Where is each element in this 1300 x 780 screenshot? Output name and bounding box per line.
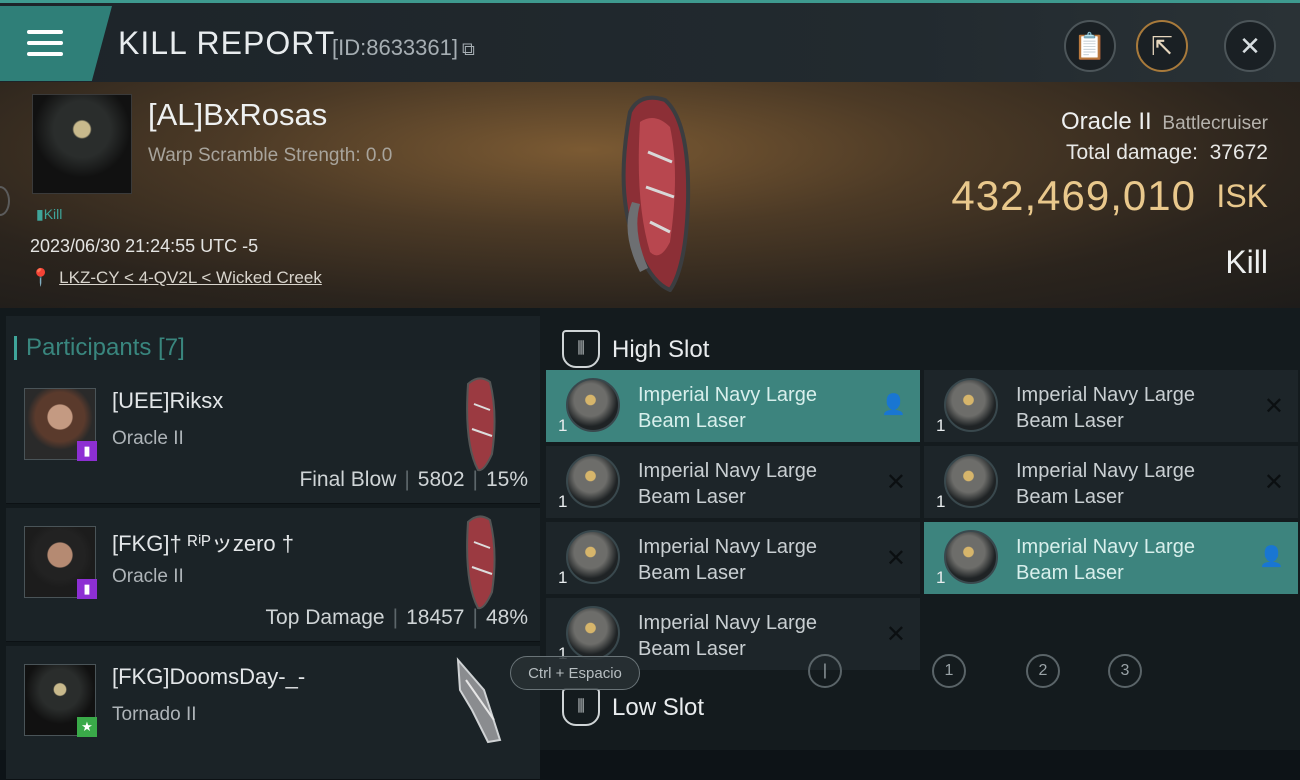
participant-ship-icon	[466, 377, 496, 472]
avatar[interactable]: ★	[24, 664, 97, 737]
warp-scramble-strength: Warp Scramble Strength: 0.0	[148, 145, 393, 166]
participant-ship-icon	[466, 515, 496, 610]
copy-icon[interactable]: ⧉	[462, 39, 475, 59]
top-bar: KILL REPORT [ID:8633361] ⧉ 📋 ⇱ ✕	[0, 0, 1300, 82]
participant-row[interactable]: ★ [FKG]DoomsDay-_- Tornado II	[6, 646, 540, 780]
participants-panel: Participants [7] ▮ [UEE]Riksx Oracle II …	[0, 308, 540, 780]
share-icon: ⇱	[1151, 30, 1173, 61]
page-title: KILL REPORT	[118, 25, 336, 61]
isk-unit: ISK	[1216, 178, 1268, 214]
beam-laser-icon	[566, 530, 620, 584]
fitting-panel: ⫼ High Slot 1 Imperial Navy Large Beam La…	[540, 308, 1300, 750]
page-button-2[interactable]: 2	[1026, 654, 1060, 688]
clipboard-icon: 📋	[1073, 30, 1107, 61]
participants-title: Participants [7]	[14, 334, 185, 361]
role-badge-icon: ▮	[77, 579, 97, 599]
destroyed-icon: ✕	[885, 469, 906, 496]
low-slot-header: ⫼ Low Slot	[548, 674, 1300, 732]
module-slot[interactable]: 1 Imperial Navy Large Beam Laser ✕	[546, 446, 920, 518]
victim-portrait[interactable]	[32, 94, 132, 194]
victim-name[interactable]: [AL]BxRosas	[148, 97, 327, 133]
module-name: Imperial Navy Large Beam Laser	[1016, 536, 1195, 584]
module-slot[interactable]: 1 Imperial Navy Large Beam Laser ✕	[924, 370, 1298, 442]
beam-laser-icon	[944, 454, 998, 508]
module-slot[interactable]: 1 Imperial Navy Large Beam Laser ✕	[546, 522, 920, 594]
role-badge-icon: ▮	[77, 441, 97, 461]
participant-name: [FKG]DoomsDay-_-	[112, 664, 306, 689]
clipboard-button[interactable]: 📋	[1064, 20, 1116, 72]
participant-ship: Oracle II	[112, 566, 184, 587]
participant-ship: Tornado II	[112, 704, 197, 725]
module-name: Imperial Navy Large Beam Laser	[1016, 460, 1195, 508]
module-quantity: 1	[558, 568, 568, 587]
module-name: Imperial Navy Large Beam Laser	[638, 536, 817, 584]
close-icon: ✕	[1239, 30, 1261, 61]
page-indicator-current[interactable]: |	[808, 654, 842, 688]
page-button-1[interactable]: 1	[932, 654, 966, 688]
menu-button[interactable]	[0, 6, 112, 81]
kill-status: Kill	[1225, 244, 1268, 280]
high-slot-icon: ⫼	[562, 330, 600, 368]
kill-datetime: 2023/06/30 21:24:55 UTC -5	[30, 236, 259, 256]
close-button[interactable]: ✕	[1224, 20, 1276, 72]
shortcut-hint: Ctrl + Espacio	[510, 656, 640, 690]
share-button[interactable]: ⇱	[1136, 20, 1188, 72]
kill-tag: ▮Kill	[36, 206, 63, 222]
low-slot-icon: ⫼	[562, 688, 600, 726]
high-slot-header: ⫼ High Slot	[548, 316, 1300, 374]
beam-laser-icon	[944, 530, 998, 584]
person-icon: 👤	[881, 394, 906, 416]
low-slot-title: Low Slot	[612, 694, 705, 721]
destroyed-icon: ✕	[885, 621, 906, 648]
module-quantity: 1	[936, 492, 946, 511]
module-quantity: 1	[936, 568, 946, 587]
beam-laser-icon	[566, 606, 620, 660]
beam-laser-icon	[566, 378, 620, 432]
participant-ship: Oracle II	[112, 428, 184, 449]
report-id: [ID:8633361] ⧉	[332, 35, 475, 60]
beam-laser-icon	[566, 454, 620, 508]
role-badge-icon: ★	[77, 717, 97, 737]
high-slot-title: High Slot	[612, 336, 710, 363]
location-pin-icon: 📍	[30, 268, 52, 287]
module-name: Imperial Navy Large Beam Laser	[1016, 384, 1195, 432]
isk-value: 432,469,010	[951, 172, 1196, 219]
participants-header: Participants [7]	[6, 316, 540, 374]
module-quantity: 1	[558, 492, 568, 511]
participant-stats: Top Damage | 18457 | 48%	[265, 606, 528, 629]
destroyed-icon: ✕	[1263, 393, 1284, 420]
participant-row[interactable]: ▮ [UEE]Riksx Oracle II Final Blow | 5802 | 1…	[6, 370, 540, 504]
person-icon: 👤	[1259, 546, 1284, 568]
total-damage: Total damage: 37672	[1066, 141, 1268, 164]
participant-name: [UEE]Riksx	[112, 388, 224, 413]
module-name: Imperial Navy Large Beam Laser	[638, 384, 817, 432]
page-button-3[interactable]: 3	[1108, 654, 1142, 688]
victim-ship: Oracle II Battlecruiser	[1061, 108, 1268, 135]
module-slot[interactable]: 1 Imperial Navy Large Beam Laser 👤	[924, 522, 1298, 594]
beam-laser-icon	[944, 378, 998, 432]
participant-ship-icon	[456, 657, 502, 744]
location-link[interactable]: LKZ-CY < 4-QV2L < Wicked Creek	[59, 268, 322, 287]
module-quantity: 1	[558, 416, 568, 435]
destroyed-icon: ✕	[885, 545, 906, 572]
participant-name: [FKG]† ᴿⁱᴾッzero †	[112, 531, 295, 556]
destroyed-icon: ✕	[1263, 469, 1284, 496]
victim-ship-image[interactable]	[610, 92, 702, 292]
kill-location[interactable]: 📍 LKZ-CY < 4-QV2L < Wicked Creek	[30, 268, 322, 288]
participant-stats: Final Blow | 5802 | 15%	[299, 468, 528, 491]
module-slot[interactable]: 1 Imperial Navy Large Beam Laser 👤	[546, 370, 920, 442]
module-name: Imperial Navy Large Beam Laser	[638, 460, 817, 508]
participant-row[interactable]: ▮ [FKG]† ᴿⁱᴾッzero † Oracle II Top Damage…	[6, 508, 540, 642]
module-slot[interactable]: 1 Imperial Navy Large Beam Laser ✕	[924, 446, 1298, 518]
hamburger-icon	[27, 30, 63, 60]
module-quantity: 1	[936, 416, 946, 435]
avatar[interactable]: ▮	[24, 388, 97, 461]
avatar[interactable]: ▮	[24, 526, 97, 599]
